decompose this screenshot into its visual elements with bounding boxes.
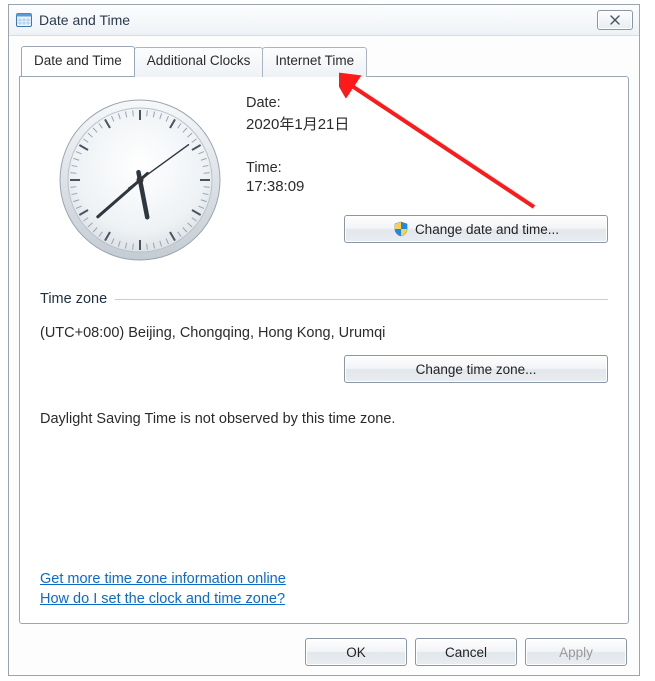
tab-additional-clocks[interactable]: Additional Clocks	[134, 47, 264, 77]
change-date-time-button[interactable]: Change date and time...	[344, 215, 608, 243]
timezone-section-header: Time zone	[40, 291, 608, 307]
titlebar: Date and Time	[9, 5, 639, 36]
dialog-body: Date and Time Additional Clocks Internet…	[9, 36, 639, 676]
uac-shield-icon	[393, 221, 409, 237]
timezone-value: (UTC+08:00) Beijing, Chongqing, Hong Kon…	[40, 325, 608, 341]
window-title: Date and Time	[39, 12, 597, 28]
time-value: 17:38:09	[246, 178, 608, 195]
date-label: Date:	[246, 95, 608, 111]
date-time-icon	[15, 11, 33, 29]
close-icon	[608, 15, 622, 25]
analog-clock	[40, 95, 240, 265]
button-label: OK	[346, 645, 366, 660]
tab-date-and-time[interactable]: Date and Time	[21, 46, 135, 76]
timezone-section-label: Time zone	[40, 291, 115, 307]
button-label: Change time zone...	[416, 362, 537, 377]
tab-label: Additional Clocks	[147, 53, 251, 68]
time-label: Time:	[246, 160, 608, 176]
tab-label: Date and Time	[34, 53, 122, 68]
tab-internet-time[interactable]: Internet Time	[262, 47, 367, 77]
tab-label: Internet Time	[275, 53, 354, 68]
divider	[115, 299, 608, 300]
tab-panel-date-and-time: Date: 2020年1月21日 Time: 17:38:09	[19, 76, 629, 624]
apply-button[interactable]: Apply	[525, 638, 627, 666]
dialog-footer: OK Cancel Apply	[305, 638, 627, 666]
change-timezone-button[interactable]: Change time zone...	[344, 355, 608, 383]
button-label: Cancel	[445, 645, 487, 660]
date-value: 2020年1月21日	[246, 113, 608, 134]
tab-strip: Date and Time Additional Clocks Internet…	[21, 46, 629, 76]
date-time-dialog: Date and Time Date and Time Additional C…	[8, 4, 640, 676]
help-links: Get more time zone information online Ho…	[40, 567, 286, 607]
button-label: Change date and time...	[415, 222, 559, 237]
button-label: Apply	[559, 645, 593, 660]
cancel-button[interactable]: Cancel	[415, 638, 517, 666]
link-how-to-set-clock[interactable]: How do I set the clock and time zone?	[40, 591, 286, 607]
close-button[interactable]	[597, 10, 633, 30]
dst-note: Daylight Saving Time is not observed by …	[40, 411, 608, 427]
link-more-tz-info[interactable]: Get more time zone information online	[40, 571, 286, 587]
ok-button[interactable]: OK	[305, 638, 407, 666]
